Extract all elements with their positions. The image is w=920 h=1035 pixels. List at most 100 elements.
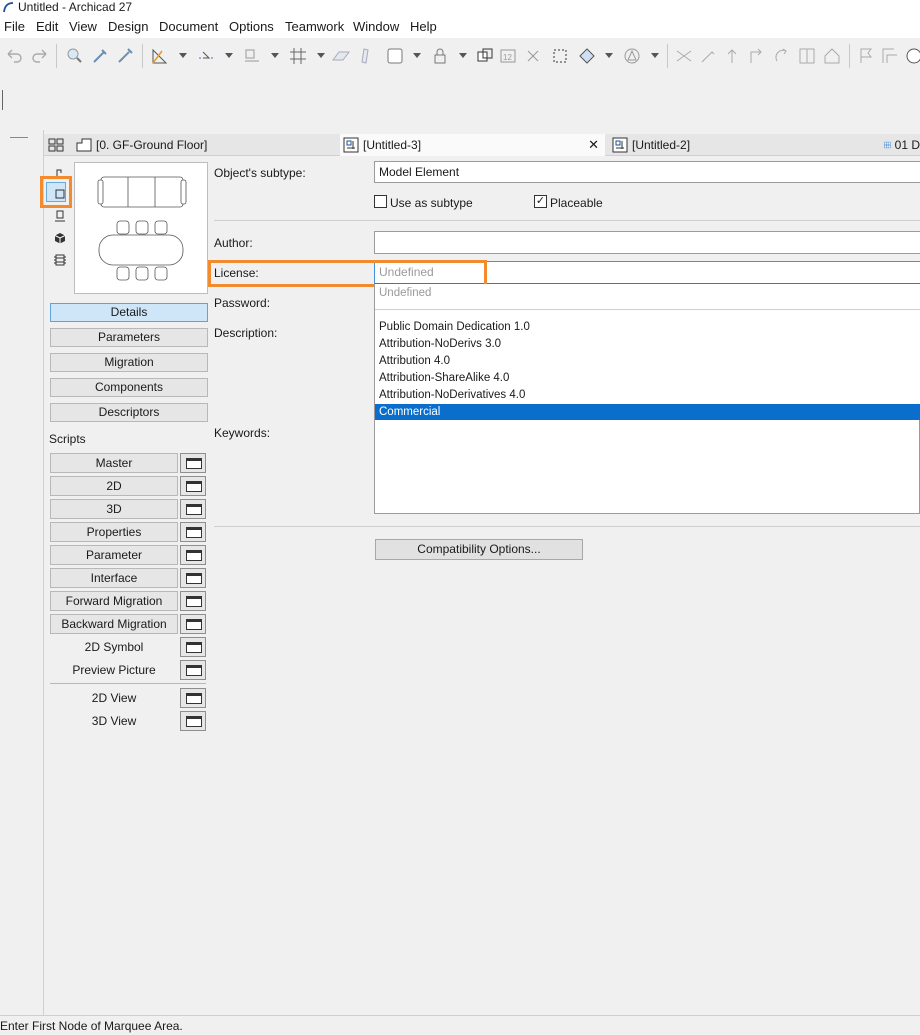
- rotate-icon[interactable]: [772, 46, 792, 66]
- author-field[interactable]: [374, 231, 920, 254]
- menu-window[interactable]: Window: [353, 19, 399, 35]
- snap-guide-icon[interactable]: [197, 46, 217, 66]
- tab-overview-button[interactable]: [44, 134, 72, 156]
- open-window-button[interactable]: [180, 614, 206, 634]
- master-script-button[interactable]: Master: [50, 453, 178, 473]
- descriptors-button[interactable]: Descriptors: [50, 403, 208, 422]
- undo-icon[interactable]: [4, 46, 24, 66]
- 3d-cube-icon[interactable]: [54, 232, 66, 244]
- open-window-button[interactable]: [180, 688, 206, 708]
- split-icon[interactable]: [674, 46, 694, 66]
- tab-bar: [0. GF-Ground Floor] [Untitled-3] ✕ [Unt…: [44, 134, 920, 156]
- offset-icon[interactable]: [747, 46, 767, 66]
- redo-icon[interactable]: [30, 46, 50, 66]
- menu-edit[interactable]: Edit: [36, 19, 58, 35]
- group-icon[interactable]: [475, 46, 495, 66]
- tab-01[interactable]: 01 D: [882, 134, 920, 156]
- license-option-attribution-noderivs[interactable]: Attribution-NoDerivs 3.0: [375, 336, 920, 353]
- stand-icon[interactable]: [54, 210, 66, 222]
- forward-migration-script-button[interactable]: Forward Migration: [50, 591, 178, 611]
- compatibility-options-button[interactable]: Compatibility Options...: [375, 539, 583, 560]
- placeable-checkbox[interactable]: ✓: [534, 195, 547, 208]
- open-window-button[interactable]: [180, 545, 206, 565]
- find-select-icon[interactable]: [64, 46, 84, 66]
- close-tab-icon[interactable]: ✕: [588, 137, 599, 153]
- open-window-button[interactable]: [180, 660, 206, 680]
- separator-line: [214, 526, 920, 527]
- migration-button[interactable]: Migration: [50, 353, 208, 372]
- 3d-script-button[interactable]: 3D: [50, 499, 178, 519]
- tab-label: [Untitled-3]: [363, 138, 422, 152]
- open-window-button[interactable]: [180, 522, 206, 542]
- license-option-attribution-sharealike[interactable]: Attribution-ShareAlike 4.0: [375, 370, 920, 387]
- license-option-commercial[interactable]: Commercial: [375, 404, 920, 421]
- open-window-button[interactable]: [180, 568, 206, 588]
- subtype-field[interactable]: Model Element: [374, 161, 920, 183]
- pointer-icon[interactable]: [54, 166, 66, 177]
- menu-view[interactable]: View: [69, 19, 97, 35]
- suspend-groups-icon[interactable]: 12: [498, 46, 518, 66]
- properties-script-button[interactable]: Properties: [50, 522, 178, 542]
- 2d-symbol-button[interactable]: 2D Symbol: [50, 637, 178, 657]
- measure-icon[interactable]: [150, 46, 170, 66]
- menu-file[interactable]: File: [4, 19, 25, 35]
- rotate-view-icon[interactable]: [577, 46, 597, 66]
- home-icon[interactable]: [822, 46, 842, 66]
- license-option-attribution[interactable]: Attribution 4.0: [375, 353, 920, 370]
- gravity-icon[interactable]: [242, 46, 262, 66]
- menu-design[interactable]: Design: [108, 19, 148, 35]
- placeable-label: Placeable: [550, 196, 603, 210]
- preview-image: [97, 176, 187, 281]
- script-row-3d: 3D: [50, 499, 206, 519]
- use-as-subtype-checkbox[interactable]: [374, 195, 387, 208]
- menu-help[interactable]: Help: [410, 19, 437, 35]
- details-button[interactable]: Details: [50, 303, 208, 322]
- shape-icon[interactable]: [622, 46, 642, 66]
- 2d-script-button[interactable]: 2D: [50, 476, 178, 496]
- menu-document[interactable]: Document: [159, 19, 218, 35]
- tab-label: [Untitled-2]: [632, 138, 691, 152]
- divider: [50, 683, 206, 684]
- mirror-icon[interactable]: [797, 46, 817, 66]
- backward-migration-script-button[interactable]: Backward Migration: [50, 614, 178, 634]
- preview-picture-button[interactable]: Preview Picture: [50, 660, 178, 680]
- script-row-master: Master: [50, 453, 206, 473]
- keywords-text-area[interactable]: [374, 420, 920, 514]
- menu-options[interactable]: Options: [229, 19, 274, 35]
- film-icon[interactable]: [54, 254, 66, 266]
- marquee-icon[interactable]: [550, 46, 570, 66]
- adjust-icon[interactable]: [698, 46, 718, 66]
- teamwork-icon[interactable]: [902, 46, 920, 66]
- components-button[interactable]: Components: [50, 378, 208, 397]
- flag-icon[interactable]: [856, 46, 876, 66]
- open-window-button[interactable]: [180, 711, 206, 731]
- license-option-public-domain[interactable]: Public Domain Dedication 1.0: [375, 319, 920, 336]
- tab-ground-floor[interactable]: [0. GF-Ground Floor]: [74, 134, 340, 156]
- surface-icon[interactable]: [356, 46, 376, 66]
- plane-icon[interactable]: [331, 46, 351, 66]
- grid-snap-icon[interactable]: [288, 46, 308, 66]
- eyedropper-icon[interactable]: [90, 46, 110, 66]
- 2d-view-button[interactable]: 2D View: [50, 688, 178, 708]
- open-window-button[interactable]: [180, 499, 206, 519]
- layer-cloud-icon[interactable]: [880, 46, 900, 66]
- elevate-icon[interactable]: [722, 46, 742, 66]
- author-label: Author:: [214, 236, 253, 250]
- parameter-script-button[interactable]: Parameter: [50, 545, 178, 565]
- interface-script-button[interactable]: Interface: [50, 568, 178, 588]
- syringe-icon[interactable]: [115, 46, 135, 66]
- open-window-button[interactable]: [180, 453, 206, 473]
- open-window-button[interactable]: [180, 476, 206, 496]
- script-row-forward-migration: Forward Migration: [50, 591, 206, 611]
- parameters-button[interactable]: Parameters: [50, 328, 208, 347]
- tab-untitled-3[interactable]: [Untitled-3] ✕: [340, 134, 605, 156]
- menu-teamwork[interactable]: Teamwork: [285, 19, 344, 35]
- license-option-attribution-noderivatives[interactable]: Attribution-NoDerivatives 4.0: [375, 387, 920, 404]
- lock-icon[interactable]: [430, 46, 450, 66]
- open-window-button[interactable]: [180, 591, 206, 611]
- box-icon[interactable]: [385, 46, 405, 66]
- 3d-view-button[interactable]: 3D View: [50, 711, 178, 731]
- tab-untitled-2[interactable]: [Untitled-2]: [610, 134, 870, 156]
- explode-icon[interactable]: [523, 46, 543, 66]
- open-window-button[interactable]: [180, 637, 206, 657]
